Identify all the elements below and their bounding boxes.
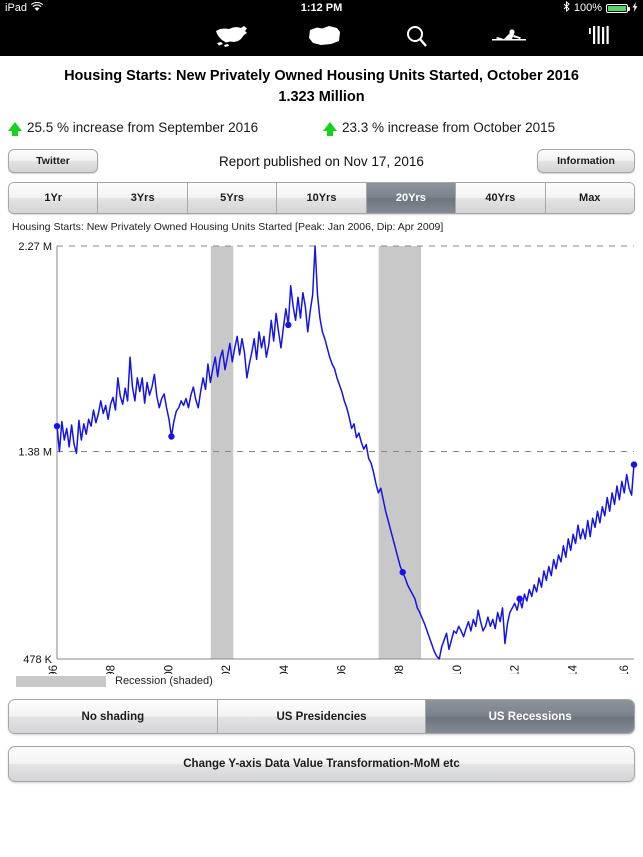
range-option-20yrs[interactable]: 20Yrs	[366, 183, 457, 214]
nav-state-map[interactable]	[305, 21, 345, 51]
arrow-up-icon	[8, 121, 22, 136]
page-title: Housing Starts: New Privately Owned Hous…	[64, 68, 579, 84]
arrow-up-icon	[323, 121, 337, 136]
data-point-marker	[630, 461, 638, 468]
x-tick-label: Nov 2000	[163, 665, 175, 674]
chart-container[interactable]: 2.27 M 1.38 M 478 K Nov 1996 Nov 1998 Nov 20…	[0, 234, 643, 674]
range-option-40yrs[interactable]: 40Yrs	[456, 183, 546, 214]
x-tick-label: Nov 2008	[394, 665, 406, 674]
twitter-button[interactable]: Twitter	[8, 149, 98, 174]
us-map-icon	[214, 23, 252, 49]
y-axis-tick-labels: 2.27 M 1.38 M 478 K	[18, 241, 52, 666]
change-mom-label: 25.5 % increase from September 2016	[27, 120, 259, 136]
x-tick-label: Nov 2014	[567, 664, 579, 674]
battery-full-icon	[606, 3, 630, 13]
y-tick-label: 478 K	[23, 654, 52, 666]
x-tick-label: Nov 2006	[337, 665, 349, 674]
headline-value: 1.323 Million	[278, 89, 365, 106]
range-option-1yr[interactable]: 1Yr	[9, 183, 99, 214]
nav-charts[interactable]	[581, 21, 621, 51]
x-tick-label: Nov 1998	[106, 665, 118, 674]
report-header: Housing Starts: New Privately Owned Hous…	[0, 56, 643, 108]
x-tick-label: Nov 1996	[48, 665, 60, 674]
recession-bands	[210, 246, 422, 660]
shading-option-recessions[interactable]: US Recessions	[426, 700, 634, 734]
recession-swatch	[16, 675, 106, 687]
information-button[interactable]: Information	[537, 149, 635, 174]
shading-option-none[interactable]: No shading	[9, 700, 218, 734]
shading-option-presidencies[interactable]: US Presidencies	[217, 700, 427, 734]
recession-legend-label: Recession (shaded)	[115, 675, 213, 688]
y-tick-label: 1.38 M	[18, 446, 52, 458]
state-map-icon	[307, 23, 343, 49]
data-series-line	[56, 245, 635, 660]
ios-status-bar: iPad 1:12 PM 100%	[0, 0, 643, 16]
range-option-10yrs[interactable]: 10Yrs	[277, 183, 367, 214]
x-axis-tick-labels: Nov 1996 Nov 1998 Nov 2000 Nov 2002 Nov 2004…	[48, 664, 631, 674]
data-point-markers	[53, 321, 638, 602]
x-tick-label: Nov 2004	[279, 664, 291, 674]
y-tick-label: 2.27 M	[18, 241, 52, 253]
status-clock: 1:12 PM	[300, 2, 343, 14]
bar-chart-icon	[587, 24, 615, 48]
data-point-marker	[399, 569, 406, 576]
data-point-marker	[516, 595, 523, 602]
change-yoy: 23.3 % increase from October 2015	[323, 120, 556, 136]
recession-band-1	[210, 246, 234, 660]
app-nav-bar	[0, 16, 643, 56]
change-summary-row: 25.5 % increase from September 2016 23.3…	[0, 120, 643, 136]
x-tick-label: Nov 2010	[452, 665, 464, 674]
shading-segmented-control[interactable]: No shading US Presidencies US Recessions	[8, 699, 635, 735]
data-point-marker	[53, 422, 61, 430]
search-icon	[404, 23, 430, 49]
status-right-group: 100%	[563, 0, 643, 15]
change-y-axis-transform-button[interactable]: Change Y-axis Data Value Transformation-…	[8, 746, 635, 783]
range-option-5yrs[interactable]: 5Yrs	[187, 183, 278, 214]
battery-percent-label: 100%	[573, 2, 602, 14]
bluetooth-icon	[563, 0, 570, 15]
nav-compare[interactable]	[489, 21, 529, 51]
data-point-marker	[285, 321, 292, 329]
change-yoy-label: 23.3 % increase from October 2015	[342, 120, 556, 136]
nav-us-map[interactable]	[213, 21, 253, 51]
chart-legend: Recession (shaded)	[0, 675, 643, 687]
gridlines	[57, 245, 634, 452]
time-range-segmented-control[interactable]: 1Yr 3Yrs 5Yrs 10Yrs 20Yrs 40Yrs Max	[8, 182, 635, 215]
range-option-3yrs[interactable]: 3Yrs	[98, 183, 188, 214]
housing-starts-line-chart[interactable]: 2.27 M 1.38 M 478 K Nov 1996 Nov 1998 Nov 20…	[0, 234, 643, 674]
data-point-marker	[168, 433, 175, 440]
axis-lines	[56, 246, 634, 660]
lightning-bolt-icon	[632, 1, 638, 15]
x-tick-label: Nov 2012	[510, 665, 522, 674]
report-published-row: Twitter Report published on Nov 17, 2016…	[0, 144, 643, 178]
chart-caption: Housing Starts: New Privately Owned Hous…	[12, 221, 444, 234]
seesaw-balance-icon	[488, 25, 530, 47]
x-tick-label: Oct 2016	[619, 665, 631, 674]
x-tick-label: Nov 2002	[221, 665, 233, 674]
nav-search[interactable]	[397, 21, 437, 51]
change-mom: 25.5 % increase from September 2016	[8, 120, 323, 136]
range-option-max[interactable]: Max	[545, 183, 634, 214]
